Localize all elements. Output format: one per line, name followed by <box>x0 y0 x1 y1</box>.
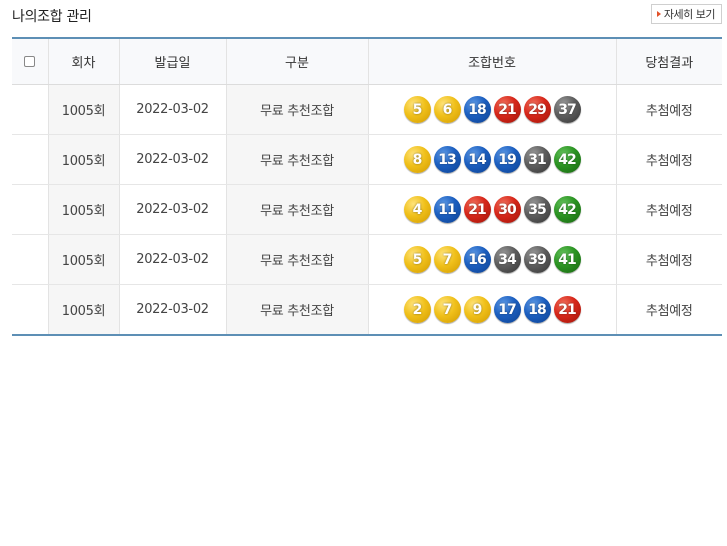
lotto-ball: 14 <box>463 146 491 173</box>
lotto-ball: 29 <box>523 96 551 123</box>
table-row: 1005회 2022-03-02 무료 추천조합 4 11 21 30 35 42 추첨예정 <box>12 184 722 235</box>
result-cell: 추첨예정 <box>645 304 693 319</box>
arrow-right-icon <box>656 11 661 17</box>
round-cell: 1005회 <box>48 284 120 335</box>
lotto-ball: 39 <box>523 246 551 273</box>
lotto-ball: 13 <box>433 146 461 173</box>
lotto-ball: 2 <box>403 296 431 323</box>
round-cell: 1005회 <box>48 184 120 235</box>
lotto-ball: 21 <box>553 296 581 323</box>
lotto-ball: 18 <box>463 96 491 123</box>
type-cell: 무료 추천조합 <box>226 134 369 185</box>
combination-table: 회차 발급일 구분 조합번호 당첨결과 1005회 2022-03-02 무료 추천… <box>12 37 722 336</box>
ball-group: 2 7 9 17 18 21 <box>369 296 616 323</box>
column-header-date: 발급일 <box>119 38 227 85</box>
lotto-ball: 41 <box>553 246 581 273</box>
ball-group: 8 13 14 19 31 42 <box>369 146 616 173</box>
lotto-ball: 21 <box>493 96 521 123</box>
lotto-ball: 16 <box>463 246 491 273</box>
type-cell: 무료 추천조합 <box>226 284 369 335</box>
lotto-ball: 21 <box>463 196 491 223</box>
date-cell: 2022-03-02 <box>119 184 227 235</box>
select-all-cell <box>12 38 49 85</box>
lotto-ball: 9 <box>463 296 491 323</box>
lotto-ball: 18 <box>523 296 551 323</box>
date-cell: 2022-03-02 <box>119 284 227 335</box>
column-header-result: 당첨결과 <box>616 38 722 85</box>
table-row: 1005회 2022-03-02 무료 추천조합 5 7 16 34 39 41 추첨예정 <box>12 234 722 285</box>
result-cell: 추첨예정 <box>616 184 722 235</box>
lotto-ball: 17 <box>493 296 521 323</box>
lotto-ball: 35 <box>523 196 551 223</box>
date-cell: 2022-03-02 <box>119 134 227 185</box>
lotto-ball: 31 <box>523 146 551 173</box>
date-cell: 2022-03-02 <box>119 84 227 135</box>
round-cell: 1005회 <box>48 134 120 185</box>
row-select-cell <box>12 184 49 235</box>
lotto-ball: 6 <box>433 96 461 123</box>
lotto-ball: 7 <box>433 246 461 273</box>
round-cell: 1005회 <box>48 234 120 285</box>
numbers-cell: 5 6 18 21 29 37 <box>368 84 617 135</box>
lotto-ball: 34 <box>493 246 521 273</box>
section-title: 나의조합 관리 <box>12 9 92 25</box>
ball-group: 5 6 18 21 29 37 <box>369 96 616 123</box>
lotto-ball: 7 <box>433 296 461 323</box>
ball-group: 4 11 21 30 35 42 <box>369 196 616 223</box>
column-header-type: 구분 <box>226 38 369 85</box>
section-header: 나의조합 관리 자세히 보기 <box>12 0 722 34</box>
row-select-cell <box>12 234 49 285</box>
lotto-ball: 30 <box>493 196 521 223</box>
more-button-label: 자세히 보기 <box>663 8 716 21</box>
lotto-ball: 37 <box>553 96 581 123</box>
result-cell: 추첨예정 <box>616 134 722 185</box>
result-cell: 추첨예정 <box>616 84 722 135</box>
lotto-ball: 19 <box>493 146 521 173</box>
row-select-cell <box>12 134 49 185</box>
table-row: 1005회 2022-03-02 무료 추천조합 5 6 18 21 29 37 추첨예정 <box>12 84 722 135</box>
numbers-cell: 2 7 9 17 18 21 <box>368 284 617 335</box>
numbers-cell: 8 13 14 19 31 42 <box>368 134 617 185</box>
round-cell: 1005회 <box>48 84 120 135</box>
type-cell: 무료 추천조합 <box>226 184 369 235</box>
type-cell: 무료 추천조합 <box>226 234 369 285</box>
result-cell: 추첨예정 <box>616 234 722 285</box>
lotto-ball: 4 <box>403 196 431 223</box>
column-header-numbers: 조합번호 <box>368 38 617 85</box>
table-row: 1005회 2022-03-02 무료 추천조합 8 13 14 19 31 42 추첨예정 <box>12 134 722 185</box>
numbers-cell: 4 11 21 30 35 42 <box>368 184 617 235</box>
lotto-ball: 42 <box>553 146 581 173</box>
select-all-checkbox[interactable] <box>24 56 36 67</box>
date-cell: 2022-03-02 <box>119 234 227 285</box>
lotto-ball: 5 <box>403 246 431 273</box>
row-select-cell <box>12 284 49 335</box>
more-button[interactable]: 자세히 보기 <box>650 4 722 24</box>
lotto-ball: 11 <box>433 196 461 223</box>
table-row: 1005회 2022-03-02 무료 추천조합 2 7 9 17 18 21 추첨예정 <box>12 284 722 335</box>
ball-group: 5 7 16 34 39 41 <box>369 246 616 273</box>
type-cell: 무료 추천조합 <box>226 84 369 135</box>
row-select-cell <box>12 84 49 135</box>
numbers-cell: 5 7 16 34 39 41 <box>368 234 617 285</box>
lotto-ball: 42 <box>553 196 581 223</box>
lotto-ball: 8 <box>403 146 431 173</box>
column-header-round: 회차 <box>48 38 120 85</box>
table-header-row: 회차 발급일 구분 조합번호 당첨결과 <box>12 38 722 85</box>
lotto-ball: 5 <box>403 96 431 123</box>
